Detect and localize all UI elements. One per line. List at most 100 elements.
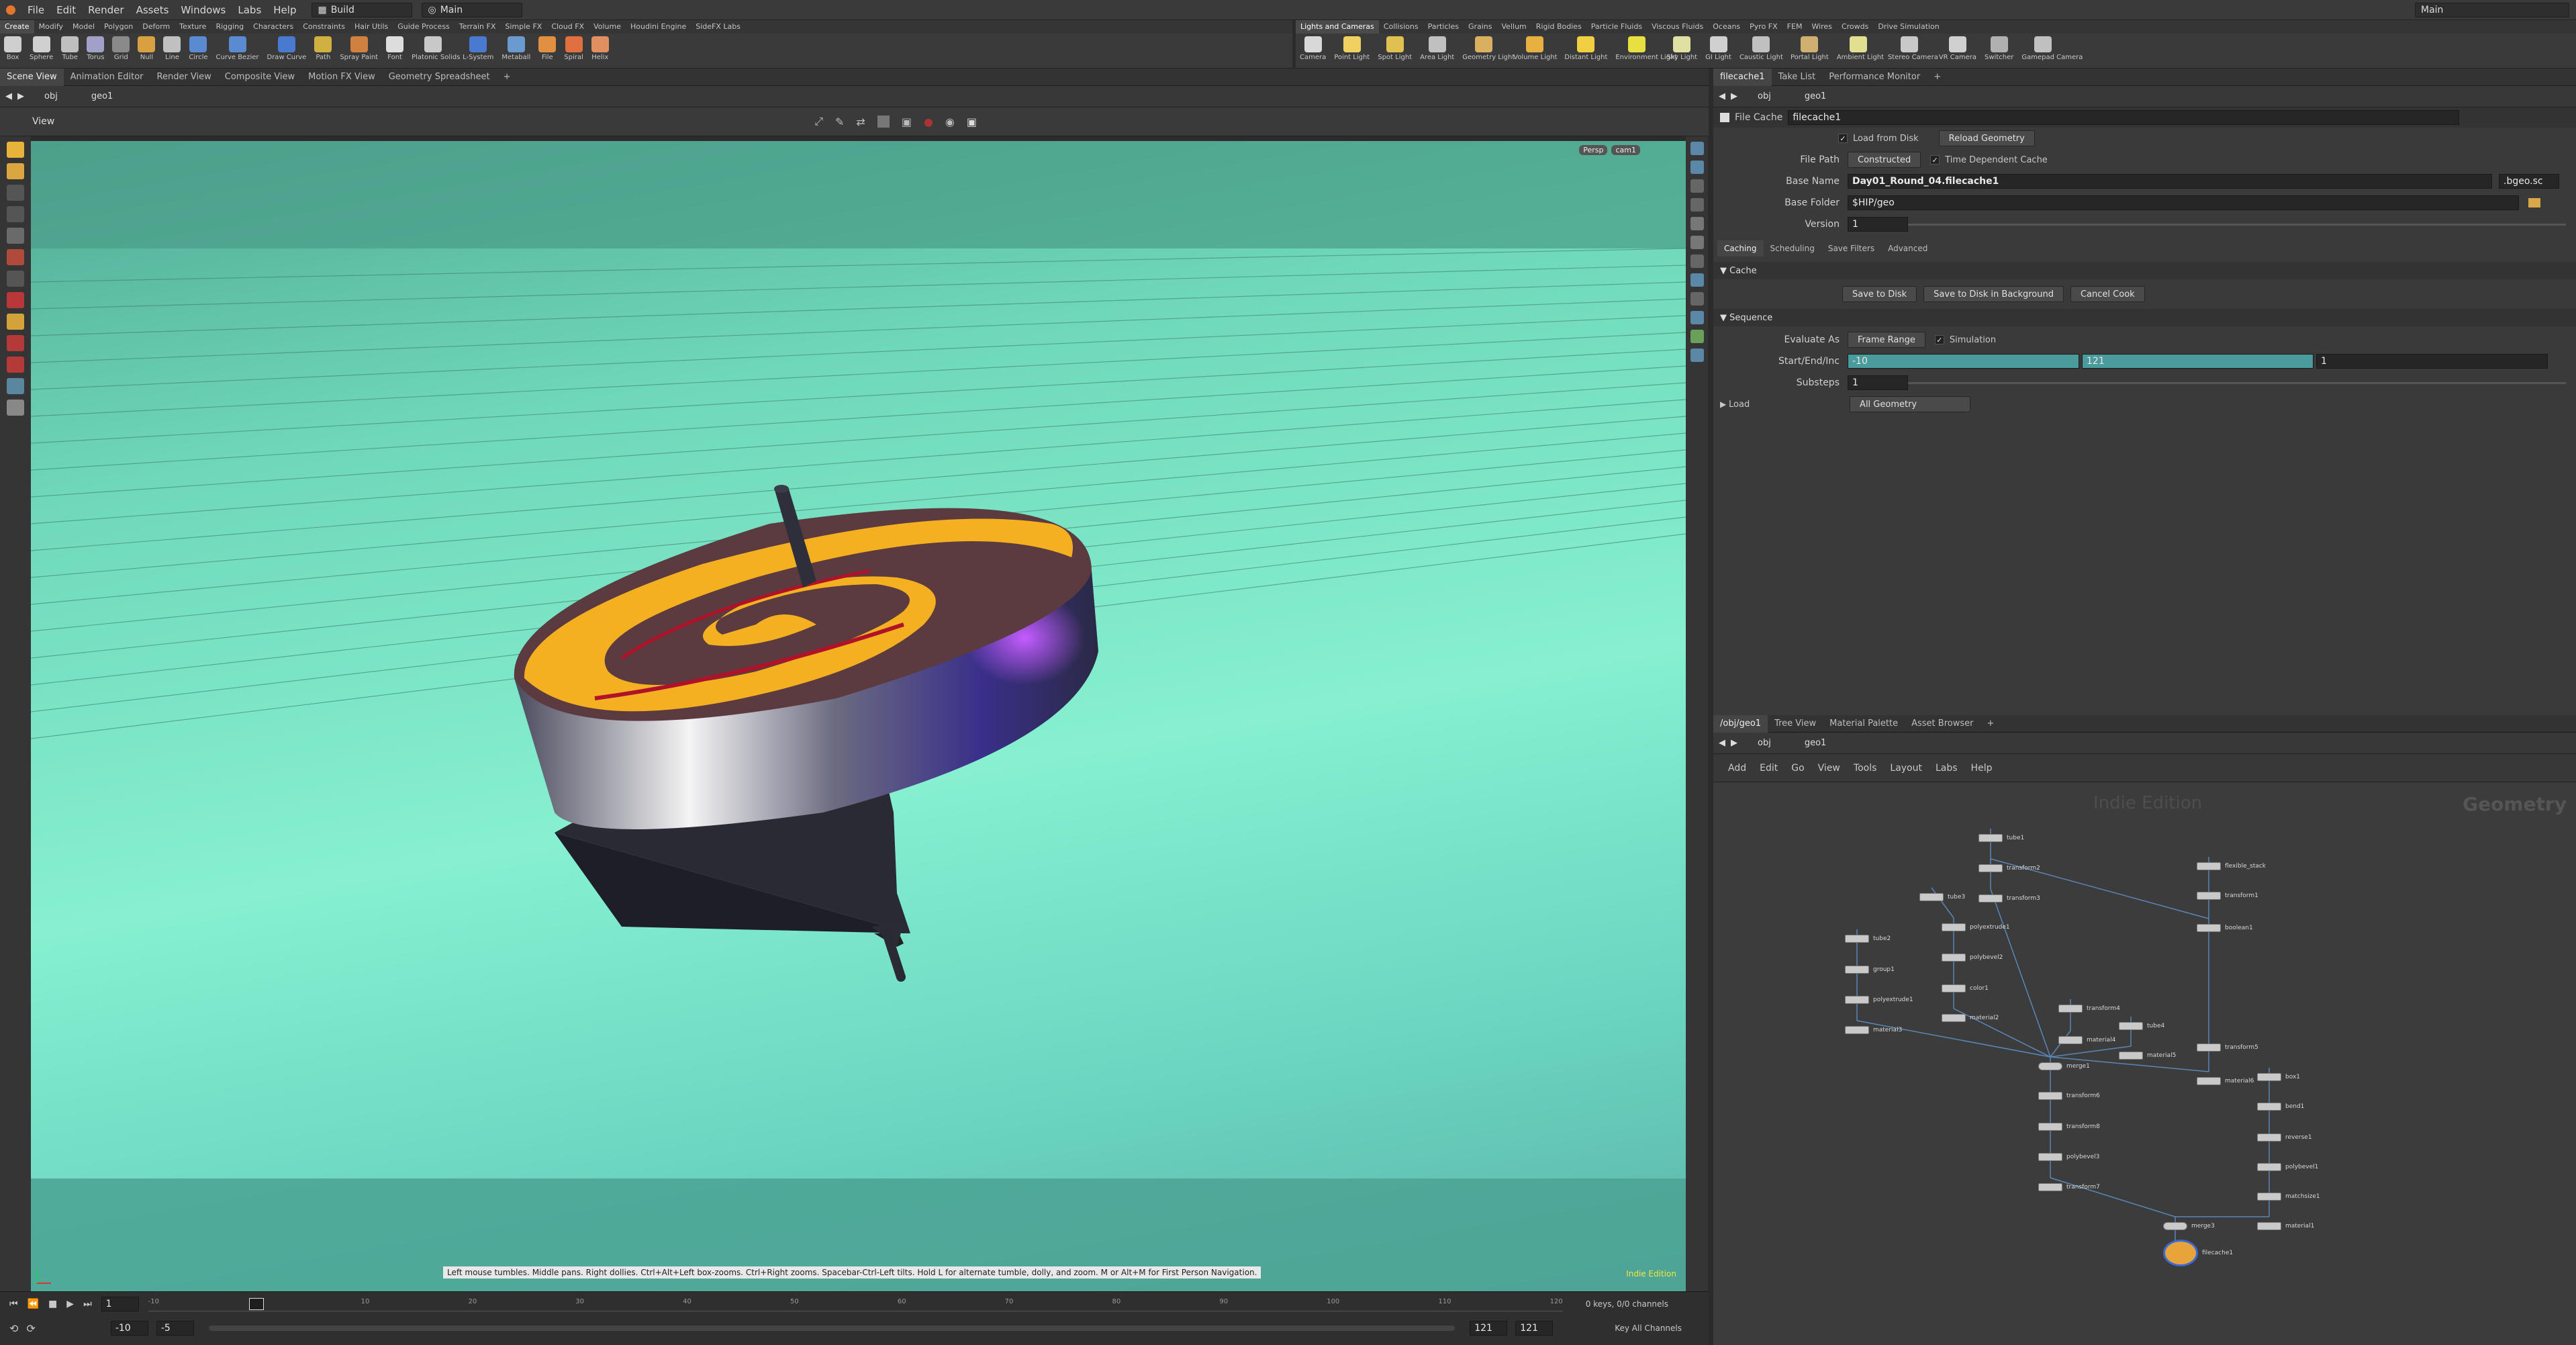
back-arrow-icon[interactable]: ◀ [5,91,12,101]
network-node[interactable]: reverse1 [2257,1133,2312,1142]
shelf-left-tab-0[interactable]: Create [0,20,34,34]
file-path-mode-dropdown[interactable]: Constructed [1848,152,1921,168]
playhead[interactable] [248,1298,264,1310]
key-all-channels[interactable]: Key All Channels [1615,1324,1682,1333]
range-start2-field[interactable]: -5 [156,1321,194,1336]
network-node[interactable]: material1 [2257,1221,2314,1231]
add-tab-icon[interactable]: + [1980,715,2001,733]
folder-icon[interactable] [2528,198,2540,207]
tab-motion-fx-view[interactable]: Motion FX View [301,68,382,86]
load-dropdown[interactable]: All Geometry [1850,396,1971,412]
cancel-cook-button[interactable]: Cancel Cook [2070,286,2145,302]
shelf-tool-3[interactable]: Torus [87,34,104,68]
tab-tree-view[interactable]: Tree View [1768,715,1823,733]
shelf-tool-18[interactable]: Helix [591,34,609,68]
menu-help[interactable]: Help [273,4,296,16]
lock-camera-icon[interactable] [1690,179,1704,193]
shelf-tool-13[interactable]: Stereo Camera [1888,34,1938,68]
network-node[interactable]: matchsize1 [2257,1192,2320,1201]
range-end-field[interactable]: 121 [1470,1321,1508,1336]
rotate-icon[interactable] [7,185,24,201]
tab-render-view[interactable]: Render View [150,68,218,86]
snapshot-icon[interactable]: ▣ [967,115,977,128]
shelf-left-tab-2[interactable]: Model [68,20,99,34]
network-node[interactable]: material5 [2119,1051,2176,1060]
render-region-icon[interactable] [7,400,24,416]
guides-icon[interactable] [1690,330,1704,343]
shelf-left-tab-14[interactable]: Volume [589,20,626,34]
context-dropdown[interactable]: ◎ Main [422,2,523,17]
brush-icon[interactable] [7,314,24,330]
network-node[interactable]: group1 [1845,965,1895,974]
network-editor[interactable]: Indie Edition Geometry tube1 transform2 tu… [1713,782,2576,1345]
shelf-tool-7[interactable]: Circle [189,34,208,68]
tab-performance-monitor[interactable]: Performance Monitor [1822,68,1927,86]
pin-icon[interactable] [7,357,24,373]
shelf-tool-0[interactable]: Box [4,34,21,68]
end-frame-field[interactable]: 121 [2082,354,2313,369]
right-context-dropdown[interactable]: Main [2415,2,2569,17]
shelf-right-tab-1[interactable]: Collisions [1379,20,1423,34]
tab-network-geo1[interactable]: /obj/geo1 [1713,714,1768,733]
stop-icon[interactable]: ■ [48,1299,57,1309]
display-options-icon[interactable] [1690,142,1704,155]
desktop-dropdown[interactable]: ▦ Build [312,2,413,17]
shelf-right-tab-9[interactable]: Pyro FX [1745,20,1782,34]
shelf-left-tab-8[interactable]: Constraints [298,20,350,34]
shelf-right-tab-11[interactable]: Wires [1807,20,1836,34]
tab-geometry-spreadsheet[interactable]: Geometry Spreadsheet [382,68,497,86]
extension-dropdown[interactable]: .bgeo.sc [2499,174,2559,189]
shelf-tool-2[interactable]: Tube [61,34,79,68]
view-icon[interactable] [7,271,24,287]
link-icon[interactable]: ⇄ [856,115,865,128]
normals-icon[interactable] [1690,273,1704,287]
shelf-tool-13[interactable]: Platonic Solids [412,34,460,68]
network-node[interactable]: boolean1 [2197,923,2253,933]
menu-assets[interactable]: Assets [136,4,169,16]
shelf-right-tab-6[interactable]: Particle Fluids [1586,20,1647,34]
shelf-right-tab-12[interactable]: Crowds [1837,20,1873,34]
shelf-tool-15[interactable]: Switcher [1985,34,2013,68]
network-node[interactable]: material6 [2197,1076,2254,1086]
shelf-tool-0[interactable]: Camera [1300,34,1326,68]
shelf-left-tab-10[interactable]: Guide Process [393,20,455,34]
play-icon[interactable]: ▶ [66,1299,74,1309]
lasso-icon[interactable] [7,335,24,351]
range-end2-field[interactable]: 121 [1515,1321,1554,1336]
uv-icon[interactable] [1690,292,1704,306]
handle-tool-icon[interactable] [7,378,24,394]
network-node[interactable]: polybevel2 [1942,953,2003,962]
network-node[interactable]: transform2 [1978,864,2040,873]
increment-field[interactable]: 1 [2316,354,2548,369]
tab-save-filters[interactable]: Save Filters [1821,240,1881,257]
net-menu-help[interactable]: Help [1971,763,1993,774]
save-background-button[interactable]: Save to Disk in Background [1923,286,2064,302]
shelf-right-tab-13[interactable]: Drive Simulation [1873,20,1944,34]
shelf-left-tab-12[interactable]: Simple FX [500,20,546,34]
jump-end-icon[interactable]: ⏭ [83,1299,92,1309]
shelf-left-tab-11[interactable]: Terrain FX [455,20,501,34]
menu-windows[interactable]: Windows [181,4,226,16]
wireframe-icon[interactable]: ▣ [902,115,912,128]
menu-render[interactable]: Render [88,4,124,16]
net-menu-go[interactable]: Go [1791,763,1804,774]
shelf-right-tab-4[interactable]: Vellum [1497,20,1531,34]
range-slider[interactable] [208,1326,1456,1331]
realtime-icon[interactable]: ⟲ [9,1322,18,1335]
network-node[interactable]: flexible_stack [2197,862,2266,871]
simulation-toggle[interactable]: ✓ Simulation [1934,335,1996,345]
step-back-icon[interactable]: ⏪ [28,1299,39,1309]
path-geo[interactable]: geo1 [1805,91,1826,101]
network-node[interactable]: transform7 [2038,1182,2100,1192]
shelf-tool-12[interactable]: Ambient Light [1837,34,1884,68]
scene-viewport[interactable]: Persp cam1 Left mouse tumbles. Middle pa… [31,141,1686,1291]
shelf-right-tab-0[interactable]: Lights and Cameras [1296,20,1379,34]
network-node[interactable]: material3 [1845,1025,1902,1035]
ghost-icon[interactable] [1690,160,1704,174]
tab-caching[interactable]: Caching [1717,240,1764,257]
tab-take-list[interactable]: Take List [1772,68,1823,86]
load-section[interactable]: Load [1729,400,1850,410]
shelf-tool-6[interactable]: Line [163,34,181,68]
base-name-field[interactable]: Day01_Round_04.filecache1 [1848,174,2492,189]
node-name-field[interactable]: filecache1 [1788,110,2460,125]
